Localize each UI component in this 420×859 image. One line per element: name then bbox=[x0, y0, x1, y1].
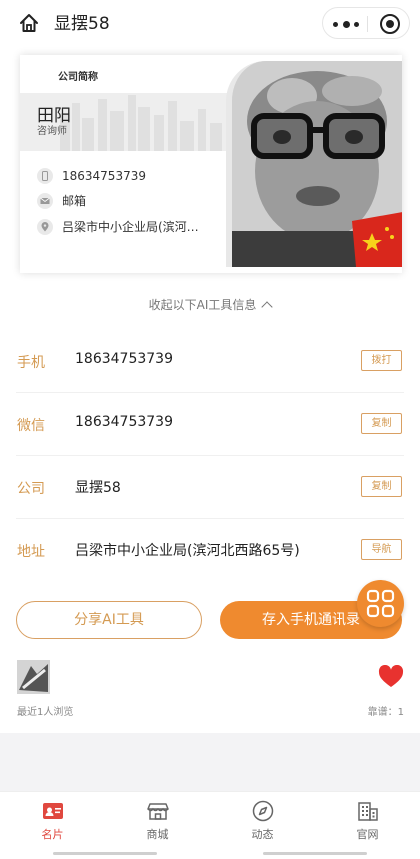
info-row-wechat: 微信 18634753739 复制 bbox=[16, 393, 404, 456]
card-icon bbox=[42, 800, 64, 822]
heart-icon[interactable] bbox=[378, 664, 404, 689]
person-role: 咨询师 bbox=[37, 126, 67, 137]
tab-moments[interactable]: 动态 bbox=[210, 792, 315, 849]
collapse-label: 收起以下AI工具信息 bbox=[148, 298, 257, 312]
top-nav-bar: 显摆58 bbox=[0, 0, 420, 48]
card-phone-line: 18634753739 bbox=[37, 168, 146, 184]
info-row-phone: 手机 18634753739 拨打 bbox=[16, 330, 404, 393]
home-icon[interactable] bbox=[18, 12, 40, 34]
building-icon bbox=[357, 800, 379, 822]
phone-icon bbox=[37, 168, 53, 184]
card-address-line: 吕梁市中小企业局(滨河… bbox=[37, 218, 199, 235]
info-row-company: 公司 显摆58 复制 bbox=[16, 456, 404, 519]
info-row-address: 地址 吕梁市中小企业局(滨河北西路65号) 导航 bbox=[16, 519, 404, 582]
bottom-tab-bar: 名片 商城 动态 官网 bbox=[0, 791, 420, 849]
copy-company-button[interactable]: 复制 bbox=[361, 476, 402, 497]
tab-label: 名片 bbox=[41, 828, 64, 841]
row-value: 吕梁市中小企业局(滨河北西路65号) bbox=[75, 543, 300, 559]
row-value: 显摆58 bbox=[75, 480, 121, 496]
tab-label: 官网 bbox=[356, 828, 379, 841]
capsule-divider bbox=[367, 16, 368, 32]
business-card[interactable]: 公司简称 田阳 咨询师 18634753739 邮箱 吕梁市中小企业局(滨河… bbox=[20, 55, 402, 273]
card-email-line: 邮箱 bbox=[37, 192, 86, 209]
tab-label: 动态 bbox=[251, 828, 274, 841]
row-label: 公司 bbox=[17, 481, 45, 497]
visitor-avatar[interactable] bbox=[17, 660, 50, 694]
compass-icon bbox=[252, 800, 274, 822]
tab-card[interactable]: 名片 bbox=[0, 792, 105, 849]
copy-wechat-button[interactable]: 复制 bbox=[361, 413, 402, 434]
share-ai-tool-button[interactable]: 分享AI工具 bbox=[16, 601, 202, 639]
page-title: 显摆58 bbox=[54, 14, 110, 34]
row-label: 手机 bbox=[17, 355, 45, 371]
row-value: 18634753739 bbox=[75, 351, 173, 367]
content-spacer bbox=[0, 733, 420, 791]
contact-info-list: 手机 18634753739 拨打 微信 18634753739 复制 公司 显… bbox=[0, 330, 420, 582]
company-short-name: 公司简称 bbox=[58, 72, 98, 83]
shop-icon bbox=[146, 800, 169, 822]
profile-photo bbox=[226, 61, 402, 267]
card-email: 邮箱 bbox=[62, 194, 87, 208]
mail-icon bbox=[37, 192, 53, 209]
mini-program-capsule bbox=[322, 7, 410, 39]
collapse-ai-info-toggle[interactable]: 收起以下AI工具信息 bbox=[0, 296, 420, 313]
home-indicator bbox=[263, 852, 367, 855]
chevron-up-icon bbox=[261, 301, 274, 313]
likes-count: 靠谱：1 bbox=[367, 707, 404, 718]
close-target-icon[interactable] bbox=[380, 14, 400, 34]
row-label: 地址 bbox=[17, 544, 45, 560]
tab-label: 商城 bbox=[146, 828, 169, 841]
call-button[interactable]: 拨打 bbox=[361, 350, 402, 371]
tab-website[interactable]: 官网 bbox=[315, 792, 420, 849]
grid-menu-icon[interactable] bbox=[357, 580, 404, 627]
recent-visitors-count: 最近1人浏览 bbox=[17, 707, 74, 718]
card-phone: 18634753739 bbox=[62, 169, 146, 183]
row-label: 微信 bbox=[17, 418, 45, 434]
row-value: 18634753739 bbox=[75, 414, 173, 430]
navigate-button[interactable]: 导航 bbox=[361, 539, 402, 560]
location-icon bbox=[37, 218, 53, 235]
home-indicator bbox=[53, 852, 157, 855]
more-options-icon[interactable] bbox=[333, 14, 359, 34]
card-address: 吕梁市中小企业局(滨河… bbox=[62, 220, 199, 234]
tab-shop[interactable]: 商城 bbox=[105, 792, 210, 849]
